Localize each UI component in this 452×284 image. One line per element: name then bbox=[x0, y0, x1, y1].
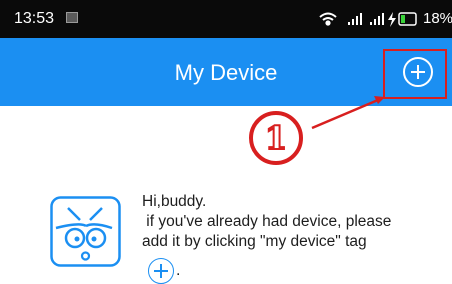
empty-state-message: Hi,buddy. if you've already had device, … bbox=[142, 192, 447, 252]
trailing-period: . bbox=[176, 262, 181, 279]
annotation-arrow bbox=[311, 98, 379, 130]
step-number: 1 bbox=[264, 118, 288, 158]
instruction-text-2: add it by clicking "my device" tag bbox=[142, 233, 367, 250]
greeting-text: Hi,buddy. bbox=[142, 193, 207, 210]
inline-plus-circle-icon bbox=[148, 258, 174, 284]
instruction-text-1: if you've already had device, please bbox=[142, 213, 392, 230]
device-face-icon bbox=[50, 196, 121, 267]
